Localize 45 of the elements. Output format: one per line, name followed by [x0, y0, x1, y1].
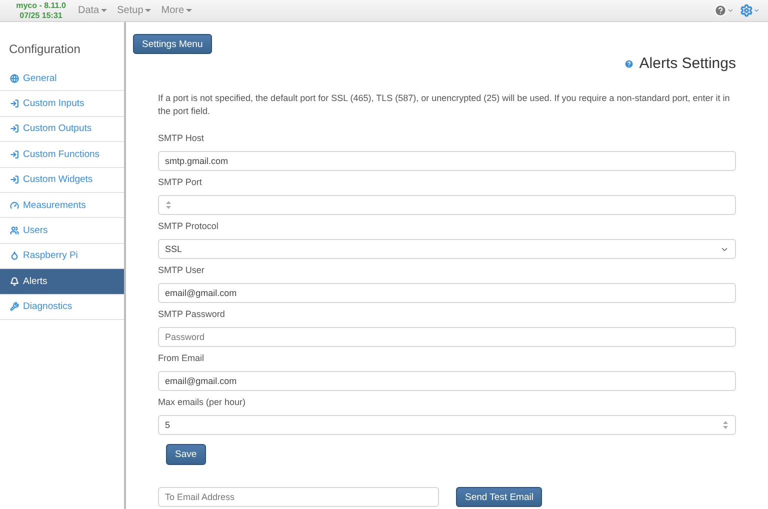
sidebar-item[interactable]: Diagnostics	[0, 294, 124, 320]
field-label: SMTP Host	[158, 133, 205, 143]
settings-icon[interactable]	[740, 4, 760, 17]
number-field[interactable]: 5	[158, 415, 736, 435]
input-field[interactable]: email@gmail.com	[158, 371, 736, 391]
spinner-icon	[165, 199, 172, 211]
field-label: SMTP Password	[158, 309, 226, 319]
nav-menu[interactable]: Setup	[117, 5, 152, 16]
sign-in-icon	[10, 99, 19, 108]
send-test-email-button[interactable]: Send Test Email	[456, 487, 542, 507]
page-title: Alerts Settings	[639, 55, 736, 72]
field-label: SMTP User	[158, 265, 206, 275]
spinner-icon	[722, 419, 729, 431]
field-label: SMTP Protocol	[158, 221, 220, 231]
sidebar-title: Configuration	[8, 41, 82, 58]
nav-menu[interactable]: More	[161, 5, 192, 16]
sidebar-item[interactable]: Raspberry Pi	[0, 244, 124, 270]
field-label: Max emails (per hour)	[158, 397, 247, 407]
globe-icon	[10, 74, 19, 83]
input-field[interactable]: Password	[158, 327, 736, 347]
droplet-icon	[10, 251, 19, 260]
sidebar-item[interactable]: Custom Widgets	[0, 168, 124, 193]
users-icon	[10, 226, 19, 236]
sign-in-icon	[10, 150, 19, 159]
date-time: 07/25 15:31	[20, 10, 62, 20]
sign-in-icon	[10, 124, 19, 134]
save-button[interactable]: Save	[166, 444, 206, 465]
nav-menu[interactable]: Data	[78, 5, 108, 16]
gauge-icon	[10, 200, 19, 210]
number-field[interactable]	[158, 195, 736, 215]
input-field[interactable]: email@gmail.com	[158, 283, 736, 303]
sidebar-item[interactable]: Alerts	[0, 269, 124, 295]
help-icon[interactable]	[624, 58, 634, 68]
field-label: SMTP Port	[158, 177, 203, 187]
settings-menu-button[interactable]: Settings Menu	[133, 34, 212, 54]
description-text: If a port is not specified, the default port for SSL (465), TLS (587), or unencrypted (25) will be used. If you require a non-standard port, enter it in the port field.	[158, 92, 731, 118]
app-version: myco - 8.11.0	[16, 0, 66, 10]
email-field[interactable]: To Email Address	[158, 487, 439, 507]
sign-in-icon	[10, 175, 19, 184]
help-icon[interactable]	[714, 4, 734, 17]
field-label: From Email	[158, 353, 206, 363]
input-field[interactable]: smtp.gmail.com	[158, 151, 736, 171]
bell-icon	[10, 276, 19, 286]
wrench-icon	[10, 302, 19, 312]
select-field[interactable]: SSL	[158, 239, 736, 259]
